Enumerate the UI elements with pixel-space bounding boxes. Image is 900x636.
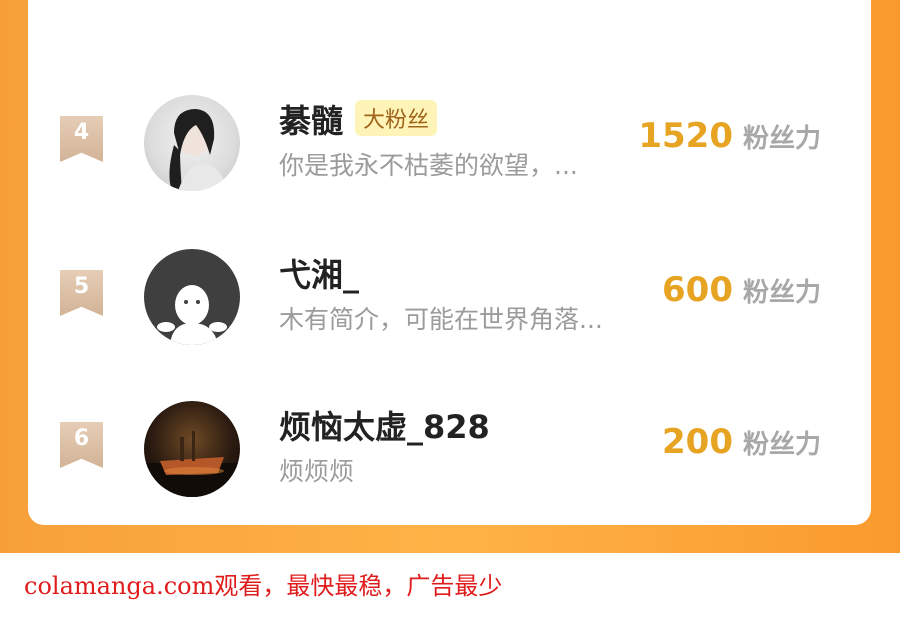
user-bio: 你是我永不枯萎的欲望，... bbox=[279, 151, 578, 180]
user-name[interactable]: 弋湘_ bbox=[279, 250, 359, 296]
fan-power: 200 粉丝力 bbox=[662, 422, 821, 462]
rank-ribbon-icon: 4 bbox=[60, 116, 103, 162]
ranking-row[interactable]: 4 綦髓 大粉丝 你是我永不枯萎的欲望，... 1520 粉丝力 bbox=[28, 88, 871, 191]
rank-number: 5 bbox=[73, 274, 90, 299]
avatar[interactable] bbox=[144, 401, 240, 497]
fan-power-unit: 粉丝力 bbox=[742, 278, 821, 308]
ranking-row[interactable]: 6 烦恼太虚_828 烦烦烦 200 粉丝力 bbox=[28, 394, 871, 497]
fan-power: 1520 粉丝力 bbox=[638, 116, 821, 156]
default-avatar-icon[interactable] bbox=[144, 249, 240, 345]
fan-ranking-card: 4 綦髓 大粉丝 你是我永不枯萎的欲望，... 1520 粉丝力 5 弋湘_ 木… bbox=[28, 0, 871, 525]
rank-ribbon-icon: 5 bbox=[60, 270, 103, 316]
user-name[interactable]: 烦恼太虚_828 bbox=[279, 402, 490, 448]
rank-number: 4 bbox=[73, 120, 90, 145]
ranking-row[interactable]: 5 弋湘_ 木有简介，可能在世界角落... 600 粉丝力 bbox=[28, 242, 871, 345]
rank-ribbon-icon: 6 bbox=[60, 422, 103, 468]
fan-power-unit: 粉丝力 bbox=[742, 124, 821, 154]
fan-power-value: 1520 bbox=[638, 116, 733, 156]
user-bio: 木有简介，可能在世界角落... bbox=[279, 305, 603, 334]
avatar[interactable] bbox=[144, 95, 240, 191]
fan-level-badge: 大粉丝 bbox=[355, 100, 438, 136]
user-name[interactable]: 綦髓 bbox=[279, 96, 343, 142]
rank-number: 6 bbox=[73, 426, 90, 451]
watermark-footer: colamanga.com观看，最快最稳，广告最少 bbox=[24, 572, 503, 600]
fan-power-unit: 粉丝力 bbox=[742, 430, 821, 460]
fan-power-value: 200 bbox=[662, 422, 733, 462]
user-bio: 烦烦烦 bbox=[279, 457, 355, 486]
fan-power-value: 600 bbox=[662, 270, 733, 310]
fan-power: 600 粉丝力 bbox=[662, 270, 821, 310]
